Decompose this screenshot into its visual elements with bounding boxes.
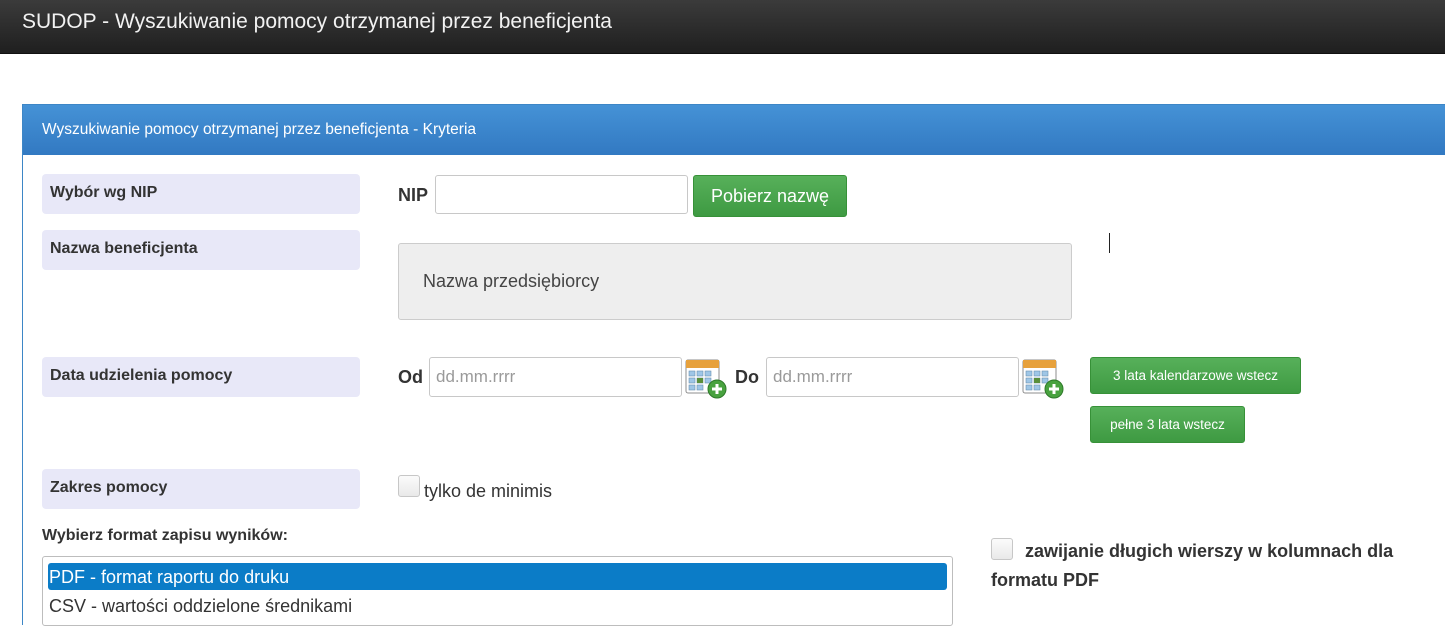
app-title: SUDOP - Wyszukiwanie pomocy otrzymanej p… [22, 10, 612, 33]
wrap-lines-label-line1: zawijanie długich wierszy w kolumnach dl… [1025, 541, 1394, 561]
panel-heading: Wyszukiwanie pomocy otrzymanej przez ben… [23, 105, 1445, 155]
date-section-label: Data udzielenia pomocy [42, 357, 360, 397]
date-to-input[interactable] [766, 357, 1019, 397]
full-three-years-button[interactable]: pełne 3 lata wstecz [1090, 406, 1245, 443]
app-header: SUDOP - Wyszukiwanie pomocy otrzymanej p… [0, 0, 1445, 54]
format-select-list[interactable]: PDF - format raportu do druku CSV - wart… [42, 556, 953, 626]
date-to-label: Do [735, 367, 759, 387]
date-from-input[interactable] [429, 357, 682, 397]
nip-section-label: Wybór wg NIP [42, 174, 360, 214]
scope-section-label: Zakres pomocy [42, 469, 360, 509]
wrap-lines-checkbox[interactable] [991, 538, 1013, 560]
nip-field-label: NIP [398, 185, 429, 205]
date-from-label: Od [398, 367, 423, 387]
beneficiary-name-field: Nazwa przedsiębiorcy [398, 243, 1072, 320]
format-section-label: Wybierz format zapisu wyników: [42, 527, 288, 544]
panel-heading-text: Wyszukiwanie pomocy otrzymanej przez ben… [42, 121, 477, 138]
text-cursor [1109, 233, 1110, 253]
de-minimis-checkbox[interactable] [398, 475, 420, 497]
nip-input[interactable] [435, 175, 688, 214]
three-calendar-years-button[interactable]: 3 lata kalendarzowe wstecz [1090, 357, 1301, 394]
de-minimis-label: tylko de minimis [424, 481, 553, 501]
format-option-csv[interactable]: CSV - wartości oddzielone średnikami [48, 592, 947, 619]
beneficiary-section-label: Nazwa beneficjenta [42, 230, 360, 270]
beneficiary-name-value: Nazwa przedsiębiorcy [423, 271, 600, 291]
format-option-pdf[interactable]: PDF - format raportu do druku [48, 563, 947, 590]
wrap-lines-label-line2: formatu PDF [991, 570, 1099, 590]
date-from-calendar-icon[interactable] [684, 357, 728, 399]
fetch-name-button[interactable]: Pobierz nazwę [693, 175, 847, 217]
date-to-calendar-icon[interactable] [1021, 357, 1065, 399]
